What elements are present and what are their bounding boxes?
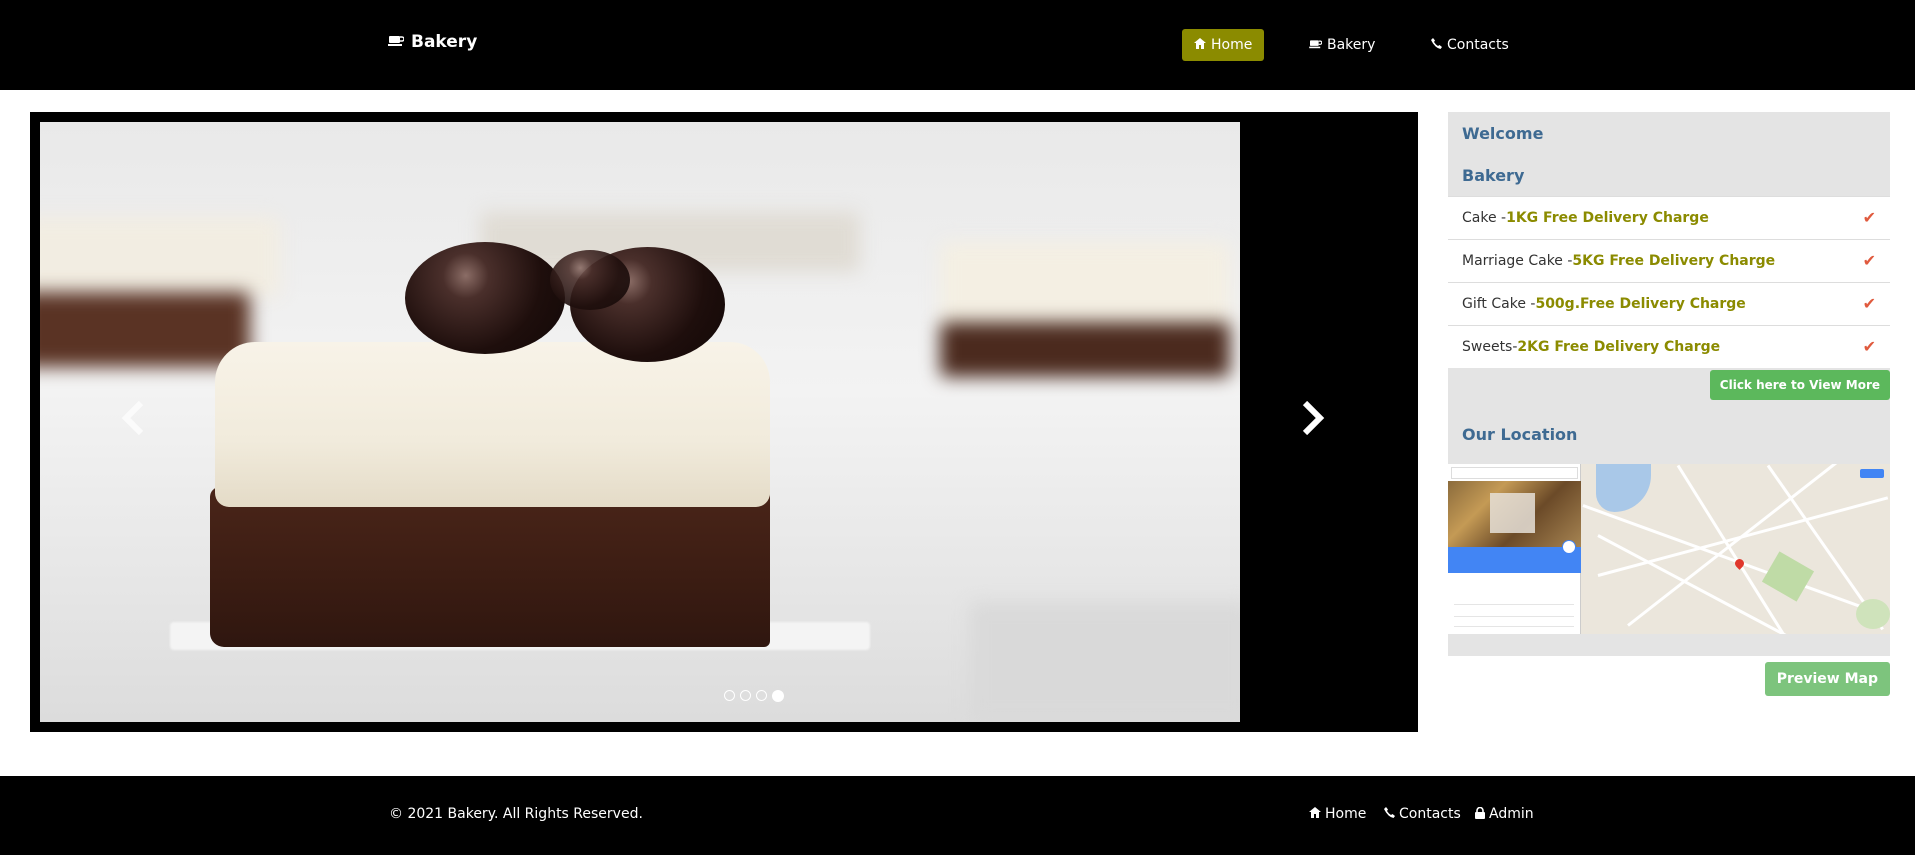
nav-home-label: Home	[1211, 37, 1253, 53]
carousel-indicator-active[interactable]	[772, 690, 784, 702]
nav-contacts-label: Contacts	[1447, 37, 1509, 53]
home-icon	[1309, 807, 1321, 821]
blurred-brownie-right-base	[940, 322, 1230, 377]
copyright-text: © 2021 Bakery. All Rights Reserved.	[389, 806, 643, 822]
lock-icon	[1475, 806, 1485, 822]
map-footer-strip	[1448, 634, 1890, 656]
item-name: Cake -	[1462, 210, 1507, 226]
chevron-left-icon	[121, 400, 145, 444]
footer-home-link[interactable]: Home	[1309, 806, 1366, 822]
carousel-next-button[interactable]	[1293, 400, 1333, 444]
carousel-prev-button[interactable]	[113, 400, 153, 444]
item-name: Sweets-	[1462, 339, 1518, 355]
carousel-indicator[interactable]	[724, 690, 735, 701]
map-divider	[1454, 626, 1574, 627]
chevron-right-icon	[1301, 400, 1325, 444]
checkmark-icon: ✔	[1862, 337, 1876, 356]
map-directions-icon	[1562, 540, 1576, 554]
home-icon	[1194, 38, 1206, 52]
footer-contacts-link[interactable]: Contacts	[1384, 806, 1461, 822]
map-divider	[1454, 604, 1574, 605]
view-more-button[interactable]: Click here to View More	[1709, 370, 1890, 400]
map-divider	[1454, 616, 1574, 617]
brownie-base	[210, 487, 770, 647]
bakery-title: Bakery	[1462, 165, 1525, 185]
chocolate-ball	[405, 242, 565, 354]
blurred-fork	[970, 602, 1240, 722]
footer-contacts-label: Contacts	[1399, 806, 1461, 822]
blurred-brownie-left	[40, 217, 280, 297]
coffee-cup-icon	[388, 32, 405, 52]
preview-row: Preview Map	[1448, 656, 1890, 704]
location-panel: Click here to View More Our Location	[1448, 368, 1890, 656]
chocolate-ball	[550, 250, 630, 310]
map-place-card	[1448, 464, 1581, 634]
item-delivery-info: 2KG Free Delivery Charge	[1517, 339, 1721, 355]
list-item: Cake - 1KG Free Delivery Charge ✔	[1448, 196, 1890, 239]
item-delivery-info: 1KG Free Delivery Charge	[1506, 210, 1709, 226]
checkmark-icon: ✔	[1862, 208, 1876, 227]
carousel-indicator[interactable]	[756, 690, 767, 701]
preview-map-button[interactable]: Preview Map	[1764, 662, 1890, 696]
map-place-actions	[1448, 576, 1581, 596]
map-road	[1627, 464, 1866, 627]
delivery-list: Cake - 1KG Free Delivery Charge ✔ Marria…	[1448, 196, 1890, 368]
map-signin-button	[1860, 469, 1884, 478]
footer: © 2021 Bakery. All Rights Reserved. Home…	[0, 776, 1915, 855]
location-map[interactable]	[1448, 464, 1890, 634]
nav-bakery[interactable]: Bakery	[1297, 29, 1387, 61]
item-delivery-info: 500g.Free Delivery Charge	[1535, 296, 1746, 312]
map-place-photo	[1448, 481, 1581, 547]
image-carousel	[30, 112, 1418, 732]
sidebar-header: Welcome Bakery	[1448, 112, 1890, 196]
map-place-header	[1448, 547, 1581, 573]
brand-name: Bakery	[411, 32, 478, 52]
carousel-slide-image	[40, 122, 1240, 722]
coffee-cup-icon	[1309, 38, 1323, 52]
nav-home[interactable]: Home	[1182, 29, 1265, 61]
nav-bakery-label: Bakery	[1327, 37, 1376, 53]
nav-contacts[interactable]: Contacts	[1419, 29, 1521, 61]
list-item: Marriage Cake - 5KG Free Delivery Charge…	[1448, 239, 1890, 282]
item-name: Marriage Cake -	[1462, 253, 1573, 269]
item-name: Gift Cake -	[1462, 296, 1536, 312]
footer-admin-link[interactable]: Admin	[1475, 806, 1534, 822]
checkmark-icon: ✔	[1862, 294, 1876, 313]
list-item: Sweets- 2KG Free Delivery Charge ✔	[1448, 325, 1890, 368]
list-item: Gift Cake - 500g.Free Delivery Charge ✔	[1448, 282, 1890, 325]
map-road	[1582, 504, 1885, 617]
brand-logo[interactable]: Bakery	[388, 32, 477, 52]
welcome-title: Welcome	[1462, 123, 1544, 143]
map-water	[1596, 464, 1651, 512]
map-search-box	[1451, 467, 1578, 479]
sidebar: Welcome Bakery Cake - 1KG Free Delivery …	[1448, 112, 1890, 704]
blurred-brownie-right	[940, 242, 1230, 332]
top-navbar: Bakery Home Bakery Contacts	[0, 0, 1915, 90]
footer-admin-label: Admin	[1489, 806, 1534, 822]
blurred-brownie-left-base	[40, 292, 250, 367]
view-more-row: Click here to View More	[1448, 368, 1890, 404]
item-delivery-info: 5KG Free Delivery Charge	[1572, 253, 1776, 269]
phone-icon	[1384, 807, 1395, 821]
footer-home-label: Home	[1325, 806, 1367, 822]
our-location-title: Our Location	[1462, 424, 1578, 444]
carousel-indicators	[724, 690, 784, 702]
carousel-indicator[interactable]	[740, 690, 751, 701]
cream-frosting	[215, 342, 770, 507]
map-park	[1856, 599, 1890, 629]
map-park	[1761, 551, 1815, 602]
phone-icon	[1431, 38, 1442, 52]
checkmark-icon: ✔	[1862, 251, 1876, 270]
